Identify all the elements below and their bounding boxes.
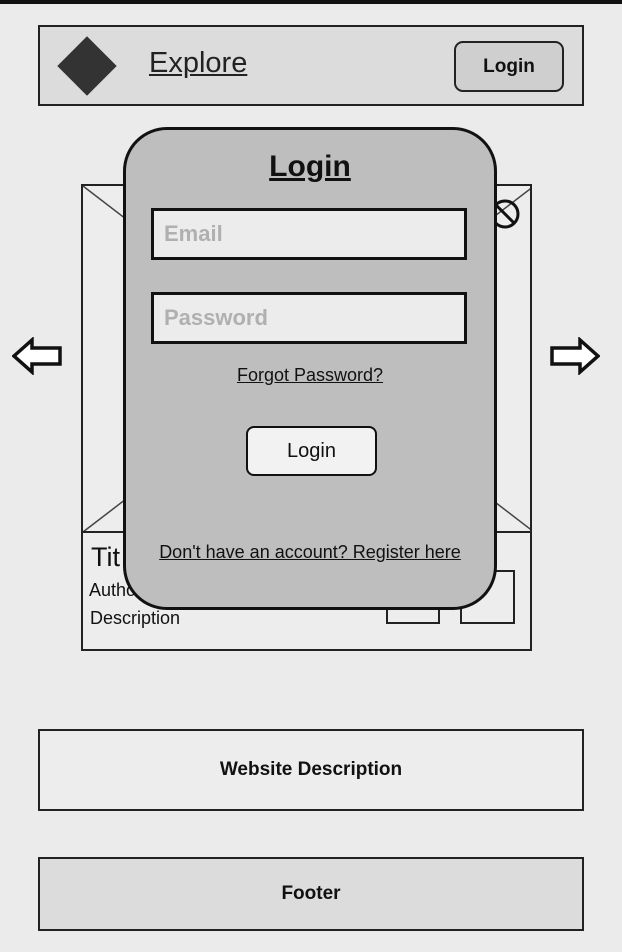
- password-field[interactable]: [151, 292, 467, 344]
- login-modal: Login Forgot Password? Login Don't have …: [123, 127, 497, 610]
- header-login-button[interactable]: Login: [454, 41, 564, 92]
- arrow-left-icon[interactable]: [12, 337, 64, 375]
- modal-title: Login: [269, 150, 351, 183]
- login-submit-button[interactable]: Login: [246, 426, 377, 476]
- top-edge: [0, 0, 622, 4]
- card-title: Tit: [91, 542, 120, 572]
- card-description: Description: [90, 608, 181, 628]
- email-field[interactable]: [151, 208, 467, 260]
- explore-link[interactable]: Explore: [149, 47, 247, 80]
- forgot-password-link[interactable]: Forgot Password?: [126, 365, 494, 386]
- register-link[interactable]: Don't have an account? Register here: [126, 542, 494, 563]
- footer: Footer: [38, 857, 584, 931]
- website-description: Website Description: [38, 729, 584, 811]
- arrow-right-icon[interactable]: [548, 337, 600, 375]
